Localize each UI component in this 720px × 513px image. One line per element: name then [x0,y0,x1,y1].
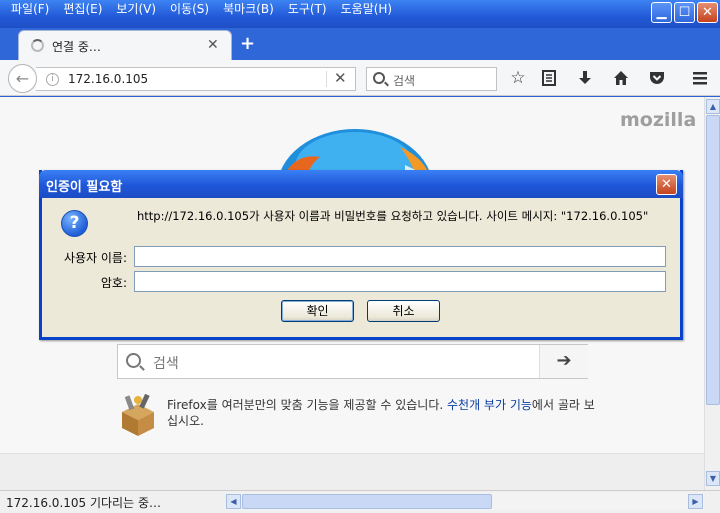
menu-view[interactable]: 보기(V) [109,0,163,20]
tab-title: 연결 중… [52,40,101,54]
page-search-field[interactable]: 검색 ➔ [117,344,588,379]
dialog-title: 인증이 필요함 [46,180,123,195]
loading-spinner-icon [31,39,44,52]
download-icon[interactable] [573,66,597,90]
search-go-button[interactable]: ➔ [539,345,588,378]
window-titlebar: 파일(F) 편집(E) 보기(V) 이동(S) 북마크(B) 도구(T) 도움말… [0,0,720,28]
horizontal-scroll-thumb[interactable] [242,494,492,509]
snippet-text: Firefox를 여러분만의 맞춤 기능을 제공할 수 있습니다. 수천개 부가… [167,397,597,429]
ok-button[interactable]: 확인 [281,300,354,322]
username-field[interactable] [134,246,666,267]
menu-file[interactable]: 파일(F) [4,0,56,20]
scroll-right-icon[interactable]: ▶ [688,494,703,509]
page-search-placeholder: 검색 [153,356,179,372]
username-label: 사용자 이름: [63,251,127,265]
search-placeholder: 검색 [393,74,416,88]
bottom-tiles-area [0,453,704,490]
url-bar[interactable]: i 172.16.0.105 ✕ [36,67,356,91]
dialog-message: http://172.16.0.105가 사용자 이름과 비밀번호를 요청하고 … [137,209,649,223]
dialog-titlebar: 인증이 필요함 ✕ [39,170,683,198]
scroll-up-icon[interactable]: ▲ [706,99,720,114]
url-text[interactable]: 172.16.0.105 [68,72,148,86]
scroll-down-icon[interactable]: ▼ [706,471,720,486]
minimize-button[interactable]: ▁ [651,2,672,23]
question-icon: ? [61,210,88,237]
menu-history[interactable]: 이동(S) [163,0,216,20]
snippet-body: Firefox를 여러분만의 맞춤 기능을 제공할 수 있습니다. [167,398,447,412]
pocket-icon[interactable] [645,66,669,90]
search-icon [373,72,385,84]
navigation-toolbar: i 172.16.0.105 ✕ ← 검색 ☆ [0,60,720,96]
tab-close-icon[interactable]: ✕ [207,37,219,53]
addons-link[interactable]: 수천개 부가 기능 [447,398,532,412]
mozilla-logo: mozilla [620,109,697,131]
vertical-scroll-thumb[interactable] [706,115,720,405]
cancel-button[interactable]: 취소 [367,300,440,322]
info-icon[interactable]: i [46,73,59,86]
addons-box-icon [122,394,154,436]
menu-bookmarks[interactable]: 북마크(B) [216,0,281,20]
dialog-close-button[interactable]: ✕ [656,174,677,195]
menu-edit[interactable]: 편집(E) [56,0,109,20]
auth-dialog: 인증이 필요함 ✕ ? http://172.16.0.105가 사용자 이름과… [39,170,683,340]
new-tab-button[interactable]: + [240,33,255,54]
menu-tools[interactable]: 도구(T) [281,0,334,20]
status-bar: 172.16.0.105 기다리는 중… ◀ ▶ [0,490,720,513]
stop-loading-icon[interactable]: ✕ [334,69,347,87]
home-icon[interactable] [609,66,633,90]
search-bar[interactable]: 검색 [366,67,497,91]
bookmark-star-icon[interactable]: ☆ [506,66,530,90]
search-icon [126,353,141,368]
menu-help[interactable]: 도움말(H) [334,0,400,20]
status-text: 172.16.0.105 기다리는 중… [6,496,161,510]
maximize-button[interactable]: ☐ [674,2,695,23]
url-divider [326,71,327,87]
scroll-left-icon[interactable]: ◀ [226,494,241,509]
window-close-button[interactable]: ✕ [697,2,718,23]
vertical-scrollbar[interactable]: ▲ ▼ [704,97,720,490]
menu-bar: 파일(F) 편집(E) 보기(V) 이동(S) 북마크(B) 도구(T) 도움말… [4,0,399,20]
tab-active[interactable]: 연결 중… ✕ [18,30,232,60]
hamburger-menu-icon[interactable] [688,66,712,90]
horizontal-scrollbar[interactable]: ◀ ▶ [226,493,704,510]
back-button[interactable]: ← [8,64,37,93]
reading-list-icon[interactable] [537,66,561,90]
password-label: 암호: [100,276,127,290]
password-field[interactable] [134,271,666,292]
tab-strip: 연결 중… ✕ + [0,28,720,60]
